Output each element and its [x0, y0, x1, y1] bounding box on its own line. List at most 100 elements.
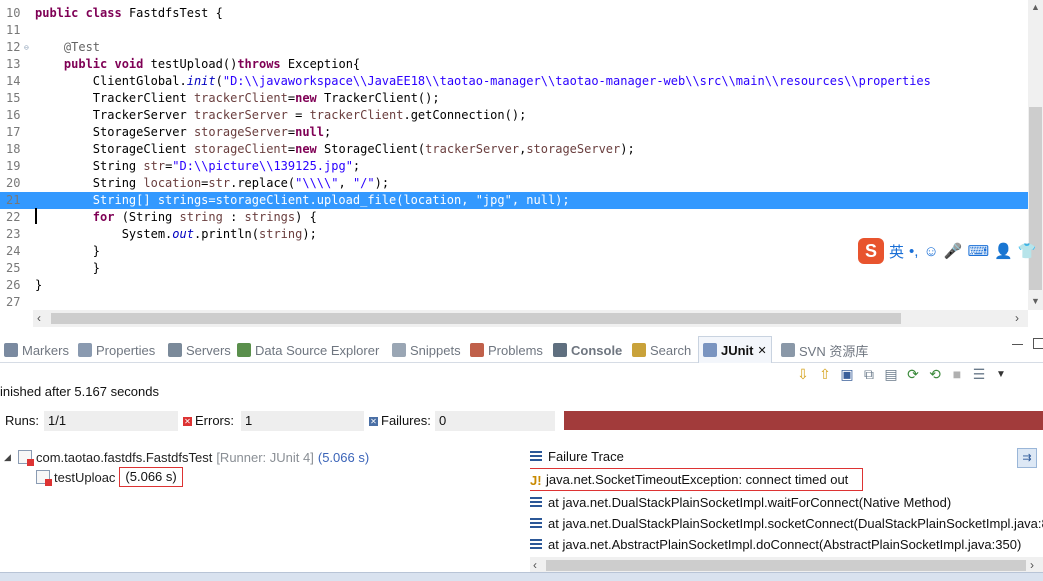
- tab-servers[interactable]: Servers: [168, 340, 231, 360]
- tree-row-suite[interactable]: ◢ com.taotao.fastdfs.FastdfsTest [Runner…: [4, 447, 369, 467]
- code-line[interactable]: 26}: [0, 277, 1028, 294]
- code-text: public class FastdfsTest {: [35, 6, 223, 20]
- line-number: 10: [6, 6, 21, 20]
- code-line[interactable]: 18 StorageClient storageClient=new Stora…: [0, 141, 1028, 158]
- code-line[interactable]: 16 TrackerServer trackerServer = tracker…: [0, 107, 1028, 124]
- failure-trace-panel: Failure Trace ⇉ J! java.net.SocketTimeou…: [530, 446, 1043, 574]
- code-line[interactable]: 17 StorageServer storageServer=null;: [0, 124, 1028, 141]
- line-number: 20: [6, 176, 21, 190]
- tab-label: Search: [650, 342, 692, 358]
- code-line[interactable]: 11: [0, 22, 1028, 39]
- code-line[interactable]: 21 String[] strings=storageClient.upload…: [0, 192, 1028, 209]
- code-line[interactable]: 13 public void testUpload()throws Except…: [0, 56, 1028, 73]
- previous-failure-icon[interactable]: ⇧: [817, 366, 833, 382]
- scroll-left-arrow-icon[interactable]: ‹: [37, 311, 41, 325]
- code-line[interactable]: 20 String location=str.replace("\\\\", "…: [0, 175, 1028, 192]
- runs-value: 1/1: [44, 411, 178, 431]
- code-text: }: [35, 278, 43, 292]
- trace-scroll-left-icon[interactable]: ‹: [533, 558, 537, 572]
- test-tree[interactable]: ◢ com.taotao.fastdfs.FastdfsTest [Runner…: [0, 446, 525, 574]
- code-line[interactable]: 12 ⊖ @Test: [0, 39, 1028, 56]
- stack-frame-row[interactable]: at java.net.DualStackPlainSocketImpl.wai…: [530, 492, 951, 512]
- scroll-lock-icon[interactable]: ⧉: [861, 366, 877, 382]
- ime-language-toggle[interactable]: 英: [889, 241, 904, 262]
- tab-properties[interactable]: Properties: [78, 340, 155, 360]
- code-text: String str="D:\\picture\\139125.jpg";: [35, 159, 361, 173]
- code-line[interactable]: 19 String str="D:\\picture\\139125.jpg";: [0, 158, 1028, 175]
- tab-problems[interactable]: Problems: [470, 340, 543, 360]
- tab-label: Console: [571, 342, 623, 358]
- exception-message: java.net.SocketTimeoutException: connect…: [546, 472, 849, 487]
- trace-scroll-thumb[interactable]: [546, 560, 1026, 571]
- code-text: @Test: [63, 40, 101, 54]
- view-menu-icon[interactable]: ▼: [993, 366, 1009, 382]
- stop-icon[interactable]: ■: [949, 366, 965, 382]
- tree-row-test[interactable]: testUploac (5.066 s): [36, 467, 183, 487]
- code-text: String location=str.replace("\\\\", "/")…: [35, 176, 390, 190]
- tab-snippets[interactable]: Snippets: [392, 340, 461, 360]
- trace-scroll-right-icon[interactable]: ›: [1030, 558, 1034, 572]
- exception-row[interactable]: J! java.net.SocketTimeoutException: conn…: [530, 468, 864, 491]
- scroll-down-arrow-icon[interactable]: ▼: [1028, 296, 1043, 306]
- ime-skin-icon[interactable]: 👕: [1018, 242, 1037, 260]
- test-run-history-icon[interactable]: ☰: [971, 366, 987, 382]
- tab-icon: [4, 343, 18, 357]
- maximize-view-icon[interactable]: [1033, 338, 1043, 349]
- tab-icon: [78, 343, 92, 357]
- rerun-failed-first-icon[interactable]: ⟲: [927, 366, 943, 382]
- line-number: 12: [6, 40, 21, 54]
- stack-frame-row[interactable]: at java.net.AbstractPlainSocketImpl.doCo…: [530, 534, 1021, 554]
- next-failure-icon[interactable]: ⇩: [795, 366, 811, 382]
- ime-punctuation-icon[interactable]: •,: [909, 243, 918, 260]
- scroll-up-arrow-icon[interactable]: ▲: [1028, 2, 1043, 12]
- filter-stack-trace-button[interactable]: ⇉: [1017, 448, 1037, 468]
- line-number: 18: [6, 142, 21, 156]
- code-editor[interactable]: 10 public class FastdfsTest {11 12 ⊖ @Test 1…: [0, 0, 1043, 327]
- tab-icon: [168, 343, 182, 357]
- ime-voice-icon[interactable]: 🎤: [944, 242, 963, 260]
- code-text: }: [35, 261, 101, 275]
- tab-junit[interactable]: JUnit ✕: [698, 336, 772, 363]
- tab-search[interactable]: Search: [632, 340, 691, 360]
- rerun-test-icon[interactable]: ⟳: [905, 366, 921, 382]
- ime-keyboard-icon[interactable]: ⌨: [967, 242, 989, 260]
- junit-status-message: inished after 5.167 seconds: [0, 384, 159, 399]
- tab-console[interactable]: Console: [553, 340, 622, 360]
- tab-icon: [553, 343, 567, 357]
- line-number: 25: [6, 261, 21, 275]
- line-number: 16: [6, 108, 21, 122]
- tab-data-source-explorer[interactable]: Data Source Explorer: [237, 340, 379, 360]
- minimize-view-icon[interactable]: [1012, 344, 1023, 346]
- tab-label: Servers: [186, 342, 231, 358]
- test-error-icon: [36, 470, 52, 486]
- ime-logo-icon[interactable]: S: [858, 238, 884, 264]
- fold-toggle-icon[interactable]: ⊖: [24, 39, 29, 56]
- tab-svn[interactable]: SVN 资源库: [781, 340, 868, 360]
- code-line[interactable]: 10 public class FastdfsTest {: [0, 5, 1028, 22]
- view-tab-bar: Markers Properties Servers Data Source Expl…: [0, 335, 1043, 363]
- suite-runner: [Runner: JUnit 4]: [216, 449, 314, 465]
- stack-frame-row[interactable]: at java.net.DualStackPlainSocketImpl.soc…: [530, 513, 1043, 533]
- ime-account-icon[interactable]: 👤: [994, 242, 1013, 260]
- collapse-arrow-icon[interactable]: ◢: [4, 452, 14, 463]
- tab-label: Problems: [488, 342, 543, 358]
- line-number: 26: [6, 278, 21, 292]
- line-number: 27: [6, 295, 21, 309]
- show-failures-only-icon[interactable]: ▣: [839, 366, 855, 382]
- code-text: }: [35, 244, 101, 258]
- horizontal-scroll-thumb[interactable]: [51, 313, 901, 324]
- suite-name: com.taotao.fastdfs.FastdfsTest: [36, 449, 213, 465]
- code-line[interactable]: 27: [0, 294, 1028, 311]
- code-line[interactable]: 22 for (String string : strings) {: [0, 209, 1028, 226]
- layout-icon[interactable]: ▤: [883, 366, 899, 382]
- close-tab-icon[interactable]: ✕: [758, 344, 767, 357]
- code-text: TrackerClient trackerClient=new TrackerC…: [35, 91, 440, 105]
- code-text: StorageClient storageClient=new StorageC…: [35, 142, 635, 156]
- ime-toolbar[interactable]: S 英 •, ☺ 🎤 ⌨ 👤 👕: [858, 237, 1043, 265]
- code-line[interactable]: 14 ClientGlobal.init("D:\\javaworkspace\…: [0, 73, 1028, 90]
- code-line[interactable]: 15 TrackerClient trackerClient=new Track…: [0, 90, 1028, 107]
- editor-horizontal-scrollbar[interactable]: ‹ ›: [33, 310, 1028, 327]
- scroll-right-arrow-icon[interactable]: ›: [1015, 311, 1019, 325]
- ime-emoji-icon[interactable]: ☺: [923, 243, 938, 260]
- tab-markers[interactable]: Markers: [4, 340, 69, 360]
